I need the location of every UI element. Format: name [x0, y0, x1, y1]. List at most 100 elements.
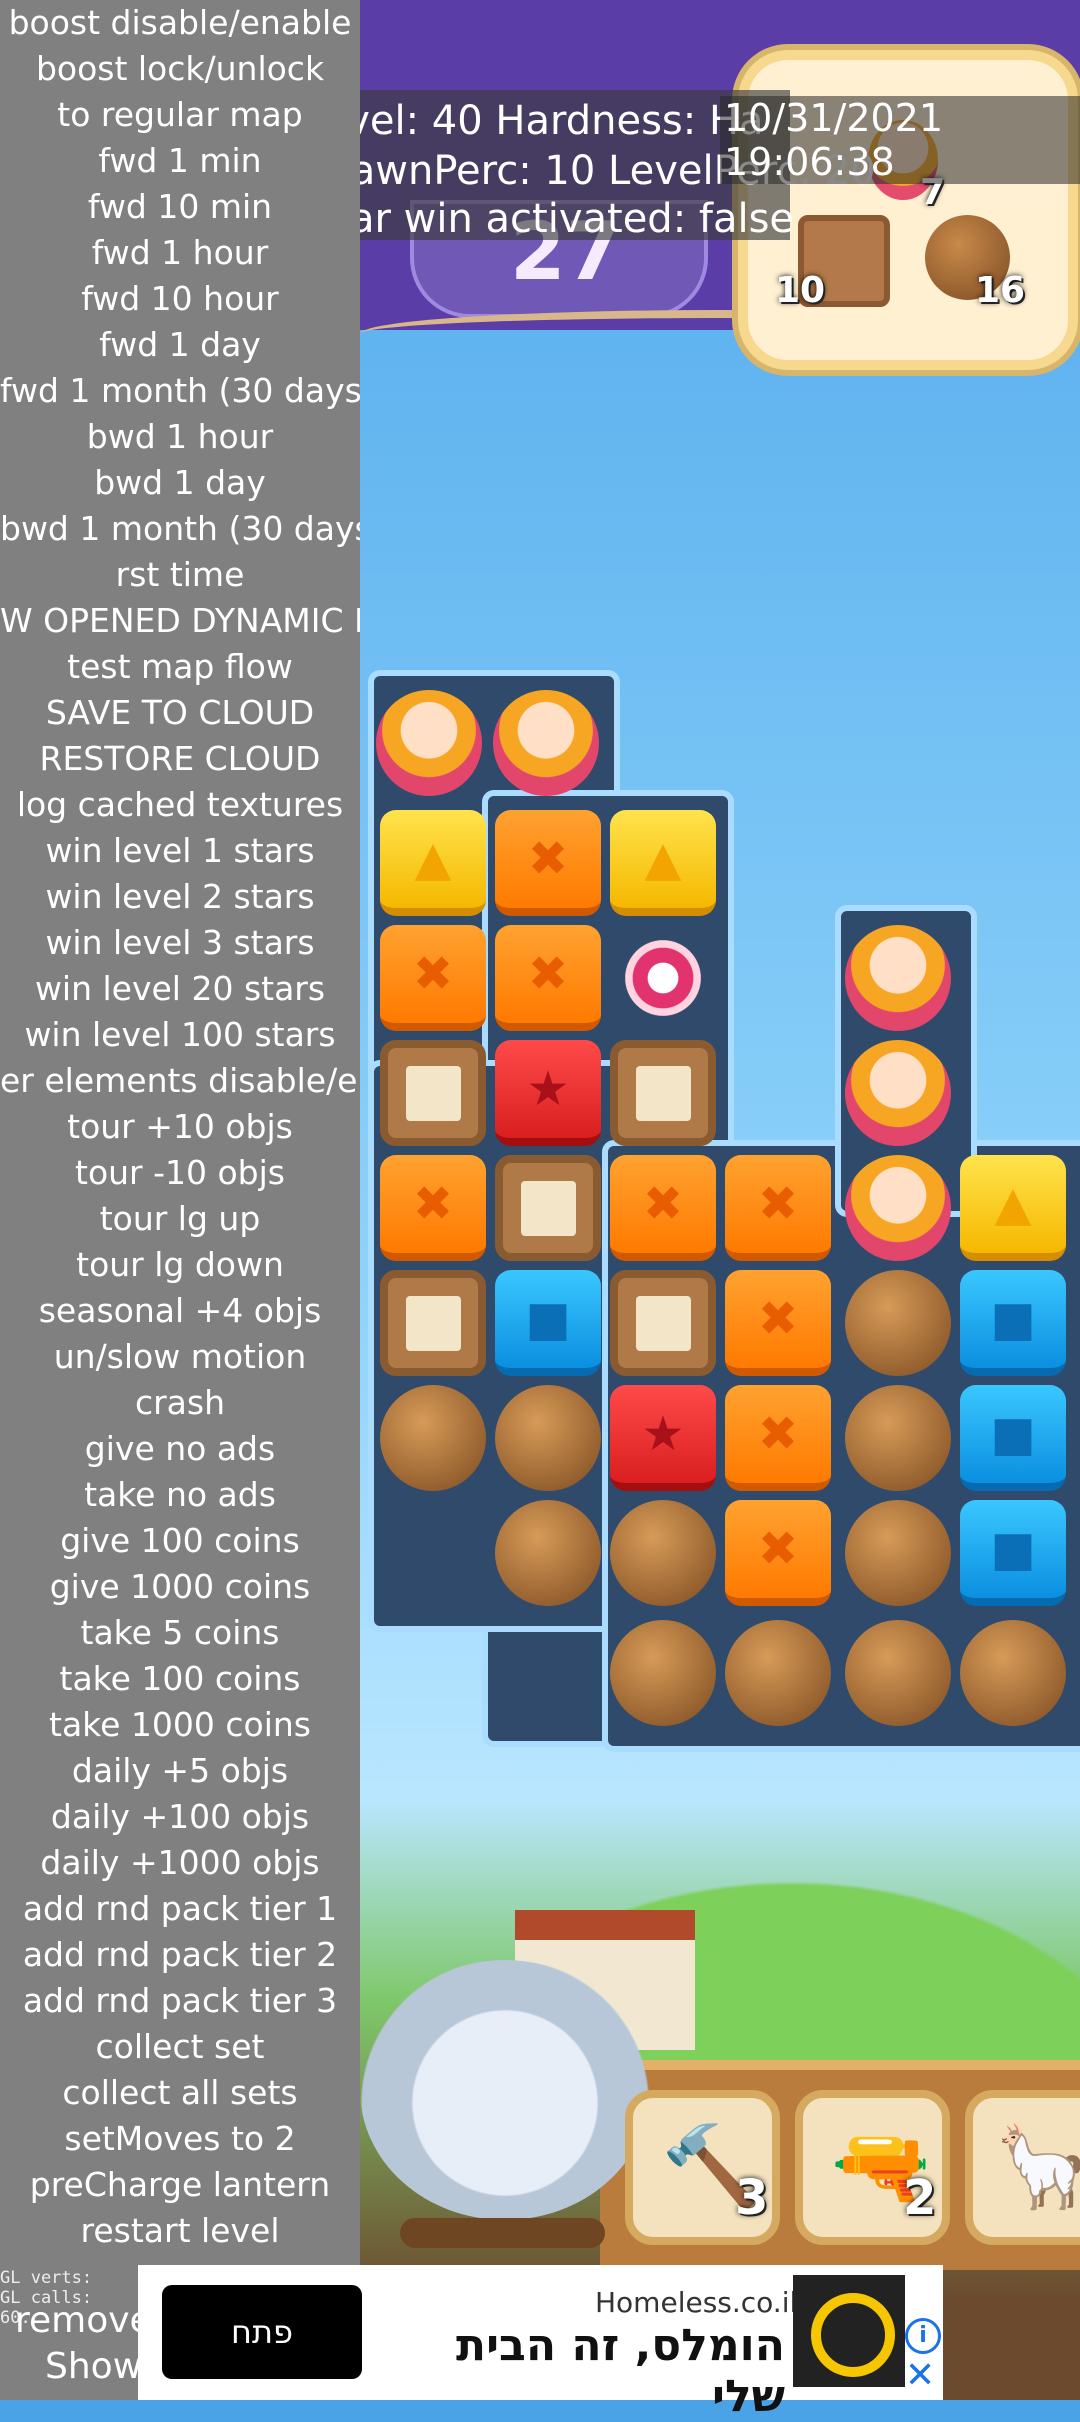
nut-tile[interactable]: [960, 1620, 1066, 1726]
debug-menu-item[interactable]: tour -10 objs: [0, 1150, 360, 1196]
crate-tile[interactable]: [380, 1040, 486, 1146]
debug-show-button[interactable]: Show/: [45, 2346, 154, 2387]
nut-tile[interactable]: [610, 1620, 716, 1726]
debug-menu-item[interactable]: boost lock/unlock: [0, 46, 360, 92]
nut-tile[interactable]: [725, 1620, 831, 1726]
nut-tile[interactable]: [845, 1270, 951, 1376]
ad-info-icon[interactable]: i: [905, 2318, 941, 2354]
blue-block[interactable]: ■: [495, 1270, 601, 1376]
debug-menu-item[interactable]: fwd 10 hour: [0, 276, 360, 322]
nut-tile[interactable]: [845, 1385, 951, 1491]
debug-timestamp: 10/31/2021 19:06:38: [720, 96, 1080, 184]
debug-menu-item[interactable]: fwd 1 day: [0, 322, 360, 368]
debug-menu-item[interactable]: er elements disable/ena: [0, 1058, 360, 1104]
crate-tile[interactable]: [610, 1040, 716, 1146]
candy-tile[interactable]: [610, 925, 716, 1031]
crate-goal-count: 10: [775, 270, 826, 311]
debug-menu-item[interactable]: collect all sets: [0, 2070, 360, 2116]
orange-block[interactable]: ✖: [725, 1155, 831, 1261]
debug-menu-item[interactable]: daily +5 objs: [0, 1748, 360, 1794]
debug-menu-item[interactable]: win level 100 stars: [0, 1012, 360, 1058]
debug-menu-item[interactable]: win level 1 stars: [0, 828, 360, 874]
doll-tile[interactable]: [376, 690, 482, 796]
nut-tile[interactable]: [495, 1385, 601, 1491]
orange-block[interactable]: ✖: [380, 925, 486, 1031]
debug-menu-item[interactable]: to regular map: [0, 92, 360, 138]
debug-menu-item[interactable]: take 1000 coins: [0, 1702, 360, 1748]
debug-menu-item[interactable]: give 1000 coins: [0, 1564, 360, 1610]
yellow-block[interactable]: ▲: [960, 1155, 1066, 1261]
debug-menu-item[interactable]: log cached textures: [0, 782, 360, 828]
ad-open-button[interactable]: פתח: [162, 2285, 362, 2379]
debug-menu-item[interactable]: add rnd pack tier 2: [0, 1932, 360, 1978]
crate-tile[interactable]: [610, 1270, 716, 1376]
debug-menu-item[interactable]: RESTORE CLOUD: [0, 736, 360, 782]
orange-block[interactable]: ✖: [725, 1385, 831, 1491]
debug-menu-item[interactable]: add rnd pack tier 1: [0, 1886, 360, 1932]
debug-menu-item[interactable]: give no ads: [0, 1426, 360, 1472]
debug-menu-item[interactable]: restart level: [0, 2208, 360, 2254]
doll-tile[interactable]: [845, 925, 951, 1031]
debug-menu-item[interactable]: tour lg up: [0, 1196, 360, 1242]
red-block[interactable]: ★: [495, 1040, 601, 1146]
doll-tile[interactable]: [845, 1155, 951, 1261]
orange-block[interactable]: ✖: [495, 925, 601, 1031]
nut-tile[interactable]: [610, 1500, 716, 1606]
debug-menu-item[interactable]: give 100 coins: [0, 1518, 360, 1564]
red-block[interactable]: ★: [610, 1385, 716, 1491]
debug-menu-item[interactable]: bwd 1 hour: [0, 414, 360, 460]
crate-tile[interactable]: [495, 1155, 601, 1261]
debug-menu-item[interactable]: seasonal +4 objs: [0, 1288, 360, 1334]
ad-close-icon[interactable]: ✕: [905, 2358, 935, 2394]
debug-menu-item[interactable]: daily +100 objs: [0, 1794, 360, 1840]
blue-block[interactable]: ■: [960, 1500, 1066, 1606]
debug-menu-item[interactable]: crash: [0, 1380, 360, 1426]
debug-menu-item[interactable]: bwd 1 month (30 days): [0, 506, 360, 552]
debug-remove-button[interactable]: remove: [15, 2300, 152, 2341]
ad-title: הומלס, זה הבית שלי: [456, 2320, 785, 2422]
blue-block[interactable]: ■: [960, 1385, 1066, 1491]
debug-menu-item[interactable]: fwd 1 hour: [0, 230, 360, 276]
debug-menu-item[interactable]: tour lg down: [0, 1242, 360, 1288]
orange-block[interactable]: ✖: [725, 1270, 831, 1376]
debug-menu-item[interactable]: fwd 10 min: [0, 184, 360, 230]
debug-menu-item[interactable]: SAVE TO CLOUD: [0, 690, 360, 736]
debug-menu-item[interactable]: setMoves to 2: [0, 2116, 360, 2162]
crate-tile[interactable]: [380, 1270, 486, 1376]
orange-block[interactable]: ✖: [495, 810, 601, 916]
debug-menu-item[interactable]: test map flow: [0, 644, 360, 690]
yellow-block[interactable]: ▲: [380, 810, 486, 916]
debug-menu-item[interactable]: win level 20 stars: [0, 966, 360, 1012]
orange-block[interactable]: ✖: [725, 1500, 831, 1606]
yellow-block[interactable]: ▲: [610, 810, 716, 916]
doll-tile[interactable]: [493, 690, 599, 796]
debug-menu-item[interactable]: preCharge lantern: [0, 2162, 360, 2208]
debug-menu-item[interactable]: W OPENED DYNAMIC L: [0, 598, 360, 644]
debug-menu-item[interactable]: daily +1000 objs: [0, 1840, 360, 1886]
pinata-booster-button[interactable]: 🦙: [965, 2090, 1080, 2245]
debug-menu-item[interactable]: take 5 coins: [0, 1610, 360, 1656]
orange-block[interactable]: ✖: [610, 1155, 716, 1261]
nut-tile[interactable]: [380, 1385, 486, 1491]
debug-menu-item[interactable]: collect set: [0, 2024, 360, 2070]
nut-tile[interactable]: [495, 1500, 601, 1606]
debug-menu-item[interactable]: rst time: [0, 552, 360, 598]
debug-menu-item[interactable]: fwd 1 min: [0, 138, 360, 184]
orange-block[interactable]: ✖: [380, 1155, 486, 1261]
debug-menu-item[interactable]: fwd 1 month (30 days): [0, 368, 360, 414]
debug-menu-item[interactable]: tour +10 objs: [0, 1104, 360, 1150]
debug-menu-item[interactable]: add rnd pack tier 3: [0, 1978, 360, 2024]
nut-tile[interactable]: [845, 1620, 951, 1726]
doll-tile[interactable]: [845, 1040, 951, 1146]
blue-block[interactable]: ■: [960, 1270, 1066, 1376]
debug-menu-item[interactable]: boost disable/enable: [0, 0, 360, 46]
debug-menu-item[interactable]: bwd 1 day: [0, 460, 360, 506]
debug-menu-item[interactable]: win level 3 stars: [0, 920, 360, 966]
nut-goal-count: 16: [975, 270, 1026, 311]
debug-menu-item[interactable]: win level 2 stars: [0, 874, 360, 920]
debug-menu-item[interactable]: un/slow motion: [0, 1334, 360, 1380]
debug-menu-item[interactable]: take no ads: [0, 1472, 360, 1518]
nut-tile[interactable]: [845, 1500, 951, 1606]
debug-menu-item[interactable]: take 100 coins: [0, 1656, 360, 1702]
ad-brand: Homeless.co.il: [595, 2286, 798, 2319]
